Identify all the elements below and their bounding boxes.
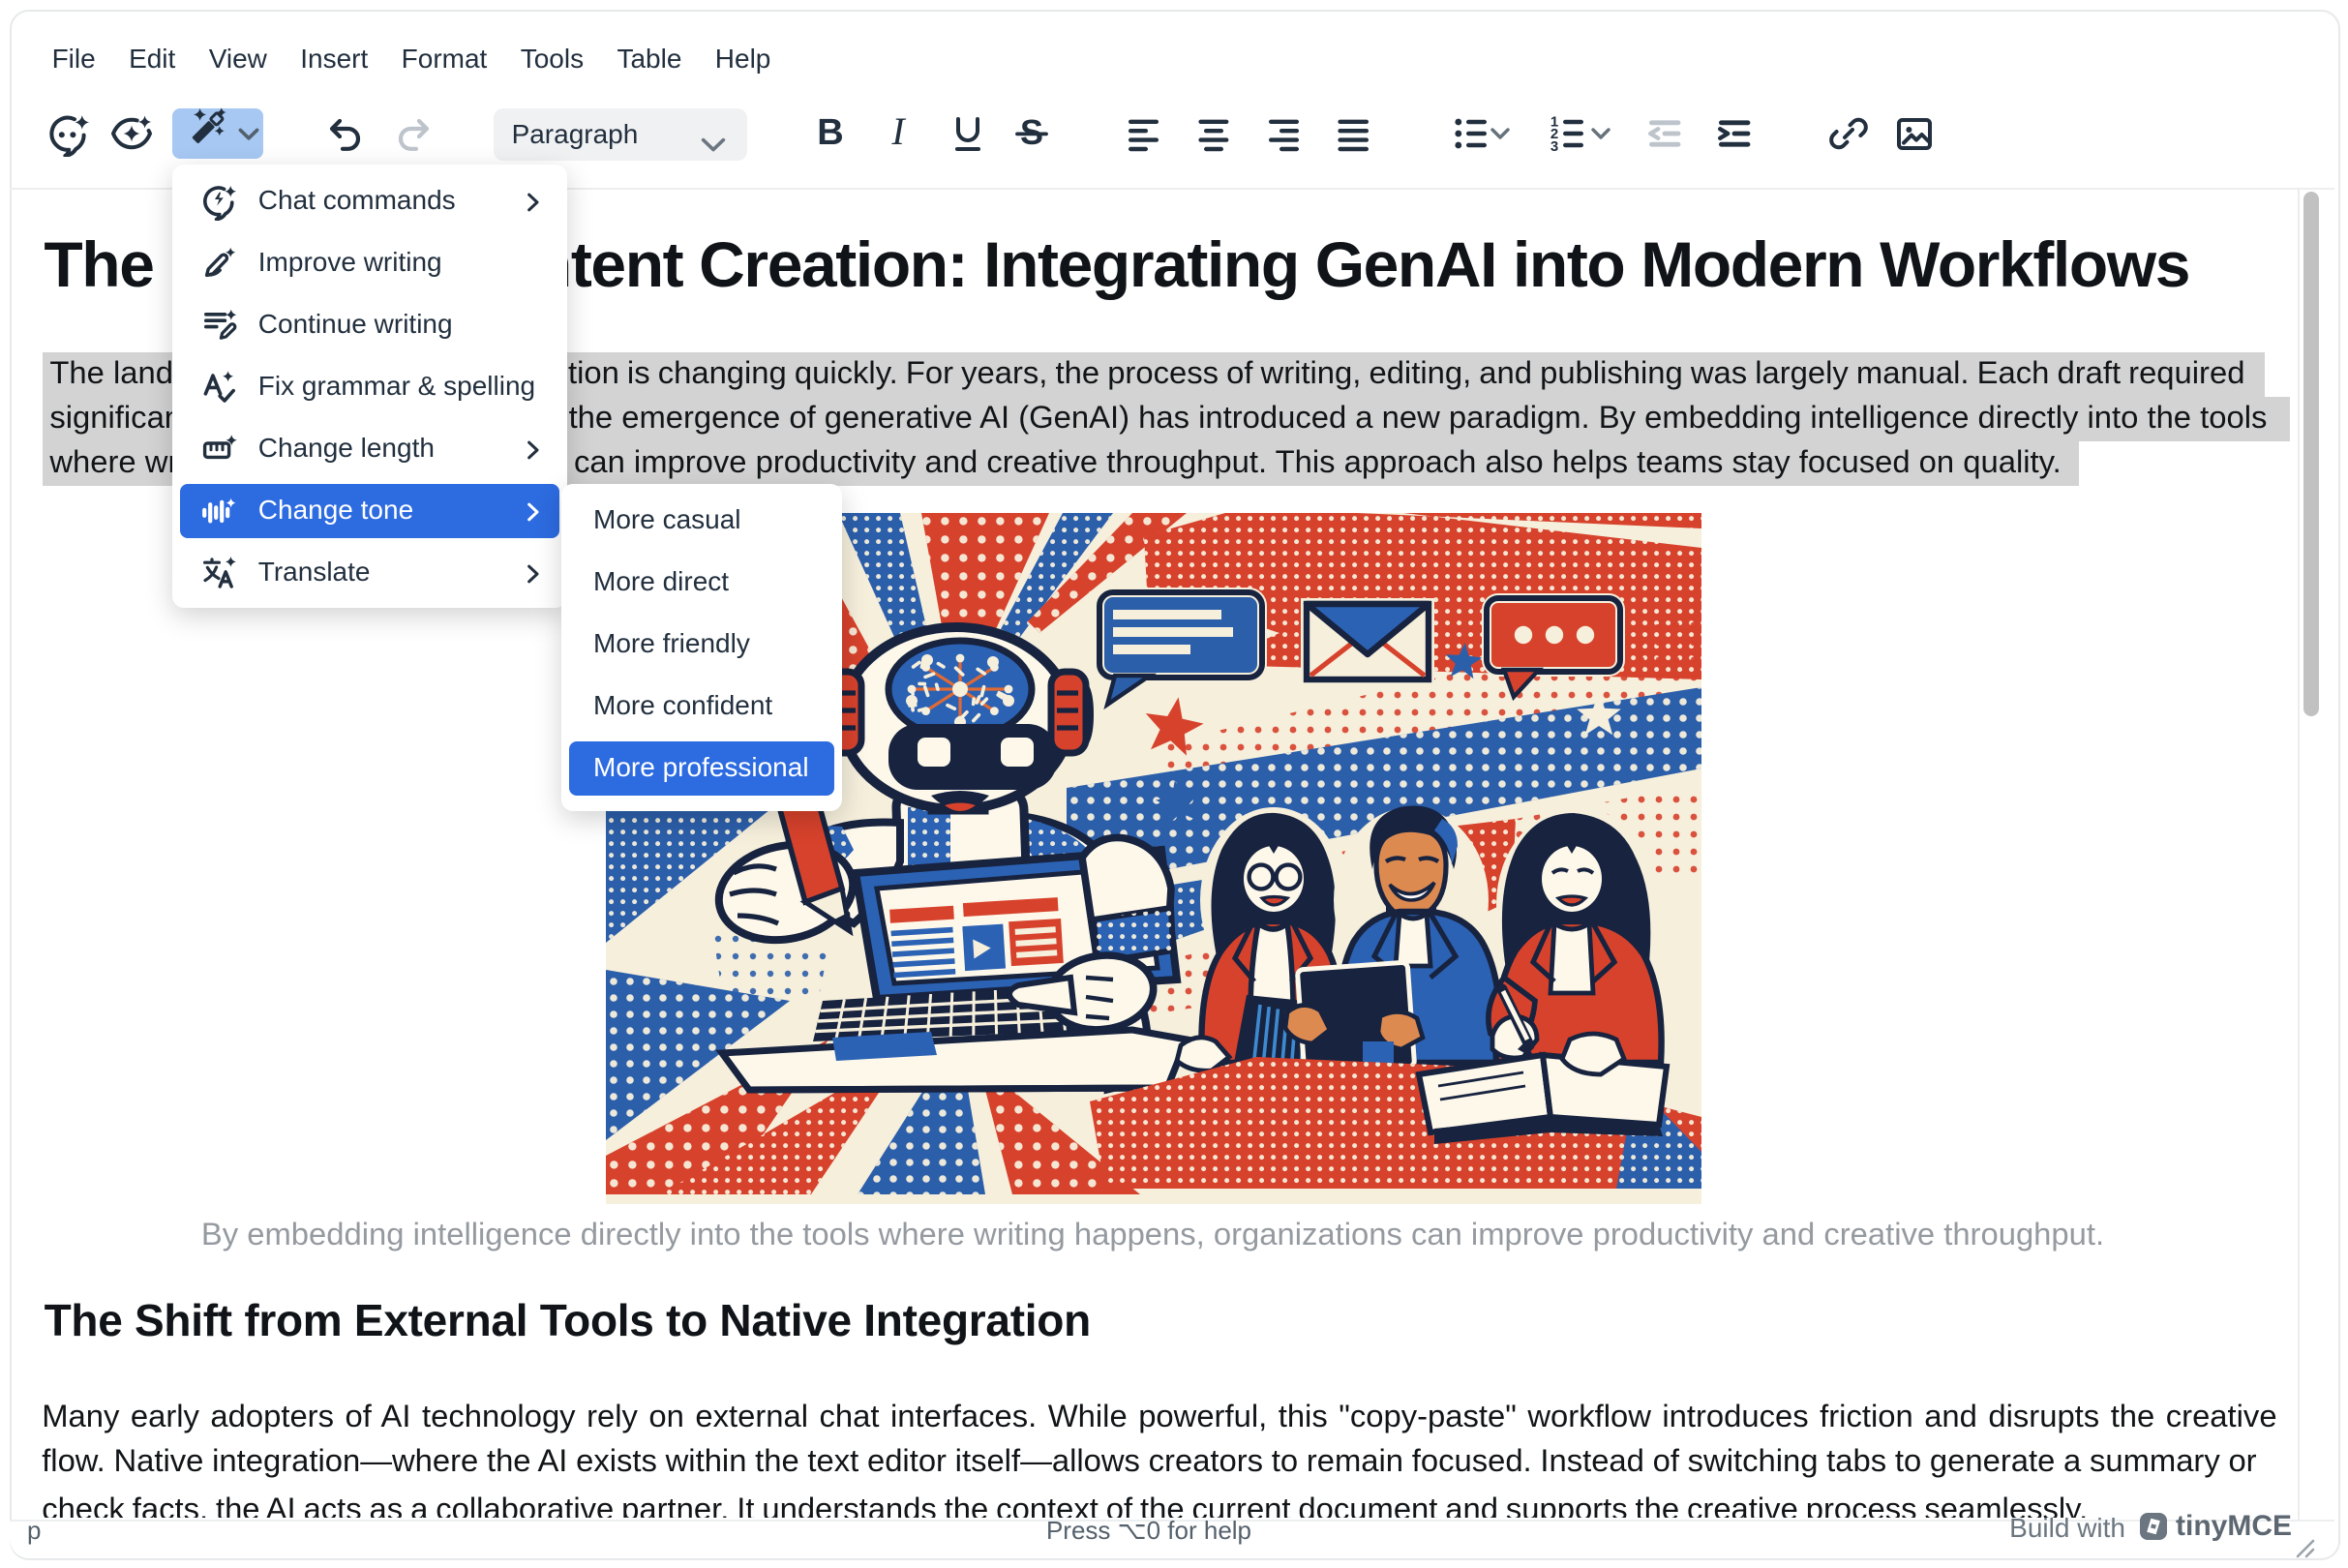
svg-text:3: 3: [1550, 138, 1558, 155]
svg-text:I: I: [890, 110, 906, 153]
svg-text:B: B: [817, 112, 843, 153]
